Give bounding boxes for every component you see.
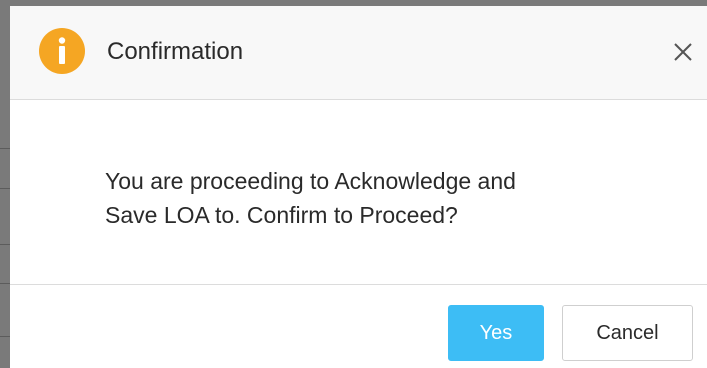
backdrop-divider bbox=[0, 283, 10, 284]
cancel-button[interactable]: Cancel bbox=[562, 305, 693, 361]
info-icon bbox=[39, 28, 85, 74]
dialog-footer: Yes Cancel bbox=[10, 284, 707, 368]
message-line: You are proceeding to Acknowledge and bbox=[105, 168, 516, 194]
close-icon[interactable] bbox=[670, 39, 696, 65]
yes-button[interactable]: Yes bbox=[448, 305, 544, 361]
backdrop-divider bbox=[0, 148, 10, 149]
confirmation-message: You are proceeding to Acknowledge and Sa… bbox=[105, 164, 645, 232]
confirmation-dialog: Confirmation You are proceeding to Ackno… bbox=[10, 6, 707, 368]
dialog-title: Confirmation bbox=[107, 38, 244, 65]
backdrop-divider bbox=[0, 188, 10, 189]
dialog-header: Confirmation bbox=[10, 6, 707, 100]
backdrop-divider bbox=[0, 336, 10, 337]
message-line: Save LOA to. Confirm to Proceed? bbox=[105, 202, 458, 228]
backdrop-divider bbox=[0, 244, 10, 245]
dialog-body: You are proceeding to Acknowledge and Sa… bbox=[10, 100, 707, 284]
